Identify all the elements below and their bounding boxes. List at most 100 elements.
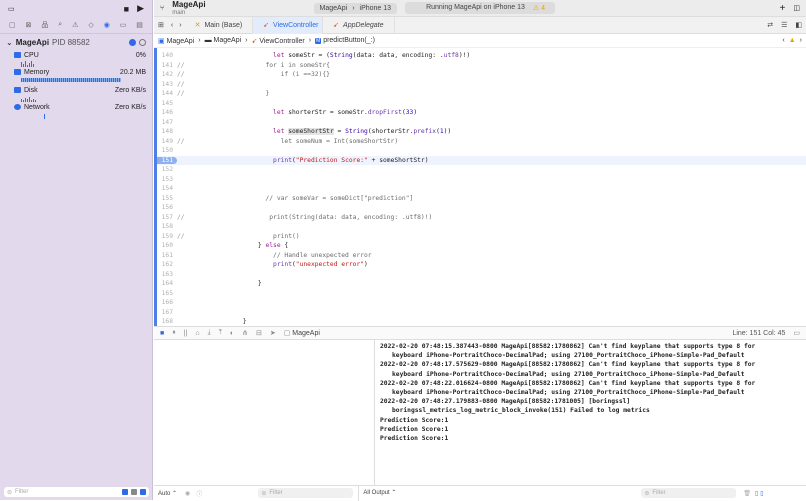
- gauge-network[interactable]: Network Zero KB/s: [6, 102, 146, 112]
- console-toggle-icon[interactable]: ■: [160, 330, 164, 337]
- show-variables-icon[interactable]: ▯: [755, 490, 758, 497]
- output-select[interactable]: All Output ⌃: [358, 485, 396, 501]
- view-debugger-icon[interactable]: ◐: [230, 330, 234, 337]
- code-line[interactable]: 162 print("unexpected error"): [157, 260, 806, 270]
- console-filter-input[interactable]: ⊜ Filter: [641, 488, 737, 498]
- warning-icon[interactable]: ⚠: [72, 21, 78, 29]
- code-line[interactable]: 155 // var someVar = someDict["predictio…: [157, 194, 806, 204]
- line-number[interactable]: 157: [157, 214, 177, 221]
- crumb-folder[interactable]: ▬ MageApi: [205, 37, 242, 44]
- code-line[interactable]: 150: [157, 146, 806, 156]
- code-editor[interactable]: 140 let someStr = (String (data: data, en…: [154, 48, 806, 326]
- line-number[interactable]: 164: [157, 280, 177, 287]
- breakpoint-icon[interactable]: ▭: [120, 21, 127, 29]
- console-output[interactable]: 2022-02-20 07:48:15.387443-0800 MageApi[…: [376, 340, 806, 485]
- info-icon[interactable]: ⓘ: [196, 489, 202, 498]
- gauge-disk[interactable]: Disk Zero KB/s: [6, 85, 146, 95]
- line-number[interactable]: 153: [157, 176, 177, 183]
- line-number[interactable]: 140: [157, 52, 177, 59]
- related-items-icon[interactable]: ⇄: [763, 21, 777, 29]
- code-line[interactable]: 161 // Handle unexpected error: [157, 251, 806, 261]
- step-over-icon[interactable]: ⌂: [195, 330, 199, 337]
- code-line[interactable]: 157// print(String(data: data, encoding:…: [157, 213, 806, 223]
- grid-icon[interactable]: ⊞: [154, 21, 168, 29]
- variables-view[interactable]: [154, 340, 375, 485]
- disclosure-icon[interactable]: ⌄: [6, 38, 13, 47]
- source-control-icon[interactable]: ⊠: [26, 21, 32, 29]
- line-number[interactable]: 143: [157, 81, 177, 88]
- line-number[interactable]: 166: [157, 299, 177, 306]
- code-line[interactable]: 153: [157, 175, 806, 185]
- line-number[interactable]: 159: [157, 233, 177, 240]
- crumb-project[interactable]: ▣ MageApi: [158, 37, 194, 45]
- symbol-icon[interactable]: 品: [41, 20, 48, 30]
- line-number[interactable]: 154: [157, 185, 177, 192]
- code-line[interactable]: 166: [157, 298, 806, 308]
- code-line[interactable]: 151 print("Prediction Score:" + someShor…: [157, 155, 806, 165]
- prev-issue-icon[interactable]: ‹: [782, 37, 784, 44]
- memory-graph-icon[interactable]: ⋔: [242, 329, 248, 337]
- line-number[interactable]: 148: [157, 128, 177, 135]
- breakpoints-toggle-icon[interactable]: ⏸: [172, 329, 176, 337]
- line-number[interactable]: 152: [157, 166, 177, 173]
- filter-option-icon[interactable]: [131, 489, 137, 495]
- line-number[interactable]: 155: [157, 195, 177, 202]
- environment-overrides-icon[interactable]: ⊟: [256, 329, 262, 337]
- gauge-cpu[interactable]: CPU 0%: [6, 50, 146, 60]
- code-line[interactable]: 142// if (i ==32){}: [157, 70, 806, 80]
- code-line[interactable]: 144// }: [157, 89, 806, 99]
- code-line[interactable]: 165: [157, 289, 806, 299]
- inspector-toggle-icon[interactable]: ◫: [793, 4, 800, 12]
- code-line[interactable]: 141// for i in someStr{: [157, 61, 806, 71]
- hide-debug-area-icon[interactable]: ▭: [793, 329, 800, 337]
- line-number[interactable]: 141: [157, 62, 177, 69]
- crumb-method[interactable]: M predictButton(_:): [315, 37, 375, 44]
- line-number[interactable]: 158: [157, 223, 177, 230]
- line-number[interactable]: 146: [157, 109, 177, 116]
- next-issue-icon[interactable]: ›: [800, 37, 802, 44]
- code-line[interactable]: 140 let someStr = (String (data: data, en…: [157, 51, 806, 61]
- line-number[interactable]: 156: [157, 204, 177, 211]
- variables-scope-select[interactable]: Auto ⌃: [158, 490, 177, 497]
- code-line[interactable]: 154: [157, 184, 806, 194]
- test-icon[interactable]: ◇: [88, 21, 93, 29]
- eye-icon[interactable]: ◉: [185, 490, 190, 497]
- line-number[interactable]: 142: [157, 71, 177, 78]
- editor-options-icon[interactable]: ☰: [777, 21, 791, 29]
- search-icon[interactable]: ⌕: [58, 21, 62, 29]
- line-number[interactable]: 163: [157, 271, 177, 278]
- code-line[interactable]: 152: [157, 165, 806, 175]
- trash-icon[interactable]: 🗑: [743, 490, 751, 497]
- back-icon[interactable]: ‹: [168, 22, 176, 29]
- line-number[interactable]: 144: [157, 90, 177, 97]
- show-console-icon[interactable]: ▯: [760, 490, 763, 497]
- code-line[interactable]: 159// print(): [157, 232, 806, 242]
- scheme-selector[interactable]: MageApi › iPhone 13: [313, 2, 398, 14]
- line-number[interactable]: 150: [157, 147, 177, 154]
- run-button[interactable]: ▶: [137, 3, 144, 14]
- line-number[interactable]: 147: [157, 119, 177, 126]
- code-line[interactable]: 156: [157, 203, 806, 213]
- folder-icon[interactable]: ▢: [9, 21, 16, 29]
- step-into-icon[interactable]: ⤓: [208, 329, 211, 337]
- line-number[interactable]: 151: [157, 156, 177, 164]
- gauge-memory[interactable]: Memory 20.2 MB: [6, 67, 146, 77]
- line-number[interactable]: 167: [157, 309, 177, 316]
- add-icon[interactable]: +: [780, 3, 786, 14]
- process-row[interactable]: ⌄ MageApi PID 88582: [6, 38, 146, 47]
- location-icon[interactable]: ➤: [270, 329, 276, 337]
- step-out-icon[interactable]: ⤒: [219, 329, 222, 337]
- variables-filter-input[interactable]: ⊜ Filter: [258, 488, 354, 498]
- warning-count[interactable]: ⚠ 4: [533, 4, 545, 12]
- line-number[interactable]: 161: [157, 252, 177, 259]
- code-line[interactable]: 147: [157, 118, 806, 128]
- navigator-filter-input[interactable]: ⊜ Filter: [4, 487, 149, 497]
- line-number[interactable]: 165: [157, 290, 177, 297]
- code-line[interactable]: 164 }: [157, 279, 806, 289]
- forward-icon[interactable]: ›: [176, 22, 184, 29]
- code-line[interactable]: 163: [157, 270, 806, 280]
- target-selector[interactable]: ▢ MageApi: [284, 329, 320, 337]
- report-icon[interactable]: ▤: [136, 21, 143, 29]
- line-number[interactable]: 160: [157, 242, 177, 249]
- line-number[interactable]: 168: [157, 318, 177, 325]
